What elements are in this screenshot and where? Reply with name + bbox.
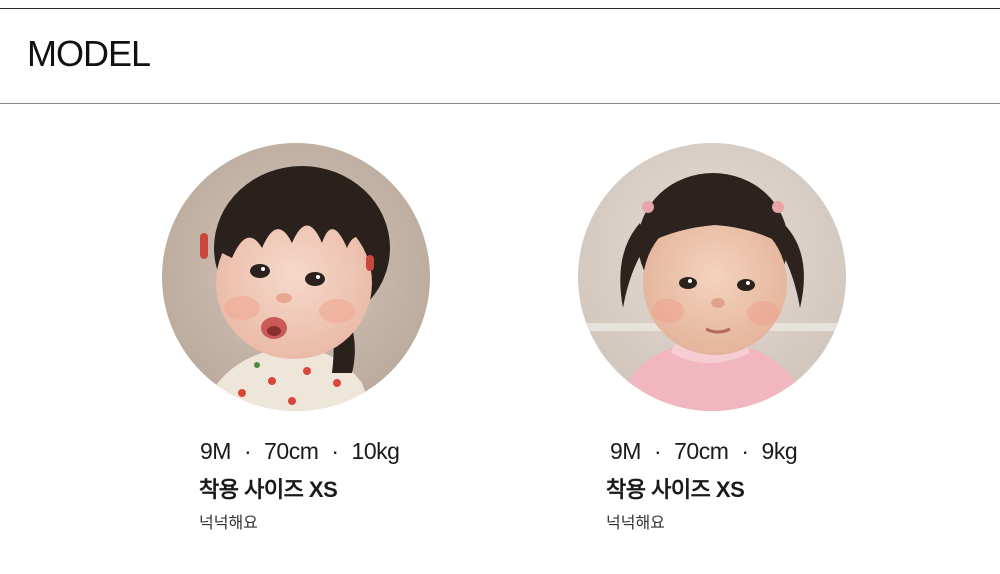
stat-separator: · [741,438,749,464]
model-stats-1: 9M · 70cm · 10kg [200,437,400,465]
model-weight: 10kg [351,438,400,464]
model-photo-2 [578,143,846,411]
model-height: 70cm [264,438,319,464]
header-divider [0,103,1000,104]
baby-portrait-icon [162,143,430,411]
baby-portrait-icon [578,143,846,411]
model-fit-note-1: 넉넉해요 [199,515,258,532]
model-size-label-1: 착용 사이즈 XS [199,477,338,502]
section-title: MODEL [27,33,151,74]
stat-separator: · [331,438,339,464]
model-weight: 9kg [761,438,798,464]
model-age: 9M [610,438,641,464]
model-card-2: 9M · 70cm · 9kg 착용 사이즈 XS 넉넉해요 [578,143,846,532]
model-stats-2: 9M · 70cm · 9kg [610,437,798,465]
stat-separator: · [243,438,252,464]
model-fit-note-2: 넉넉해요 [606,515,665,532]
model-card-1: 9M · 70cm · 10kg 착용 사이즈 XS 넉넉해요 [162,143,430,532]
model-height: 70cm [674,438,729,464]
top-divider [0,8,1000,9]
model-photo-1 [162,143,430,411]
model-size-label-2: 착용 사이즈 XS [606,477,745,502]
stat-separator: · [653,438,662,464]
model-age: 9M [200,438,231,464]
